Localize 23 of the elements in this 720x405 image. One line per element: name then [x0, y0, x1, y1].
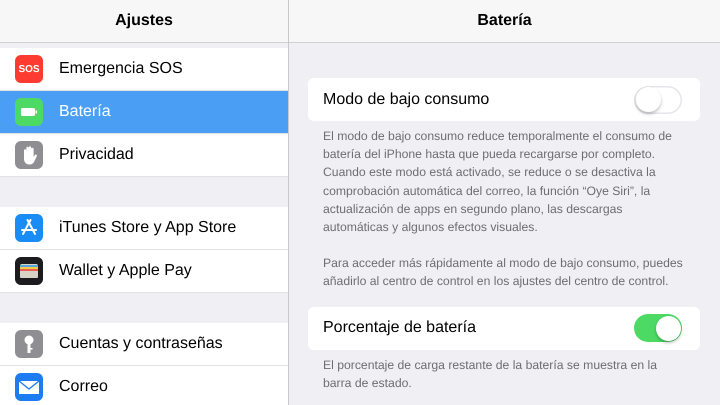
item-label: Wallet y Apple Pay	[59, 262, 192, 280]
setting-description: El porcentaje de carga restante de la batería se muestra en la barra de estado.	[322, 356, 658, 392]
item-label: iTunes Store y App Store	[59, 219, 236, 237]
item-label: Cuentas y contraseñas	[59, 335, 223, 353]
item-label: Emergencia SOS	[59, 60, 183, 78]
item-label: Privacidad	[59, 146, 134, 164]
app-store-icon	[15, 214, 43, 242]
toggle-switch[interactable]	[634, 86, 682, 114]
detail-title: Batería	[477, 12, 532, 30]
mail-icon	[15, 373, 43, 401]
wallet-icon	[15, 257, 43, 285]
sos-icon: SOS	[15, 55, 43, 83]
toggle-switch[interactable]	[634, 314, 682, 342]
sidebar-title: Ajustes	[115, 12, 173, 30]
setting-description: Para acceder más rápidamente al modo de bajo consumo, puedes añadirlo al centro de control en los ajustes del centro de control.	[322, 255, 684, 290]
item-label: Correo	[59, 378, 108, 396]
battery-icon	[15, 98, 43, 126]
key-icon	[15, 330, 43, 358]
item-label: Batería	[59, 103, 111, 121]
hand-icon	[15, 141, 43, 169]
setting-label: Porcentaje de batería	[323, 319, 476, 338]
setting-label: Modo de bajo consumo	[323, 90, 490, 108]
setting-description: El modo de bajo consumo reduce temporalmente el consumo de batería del iPhone hasta que pueda recargarse por completo. Cuando este modo está activado, se reduce o se desactiva la comprobación automática del correo, la función “Oye Siri”, la actualización de apps en segundo plano, las descargas automáticas y algunos efectos visuales.	[322, 128, 673, 236]
